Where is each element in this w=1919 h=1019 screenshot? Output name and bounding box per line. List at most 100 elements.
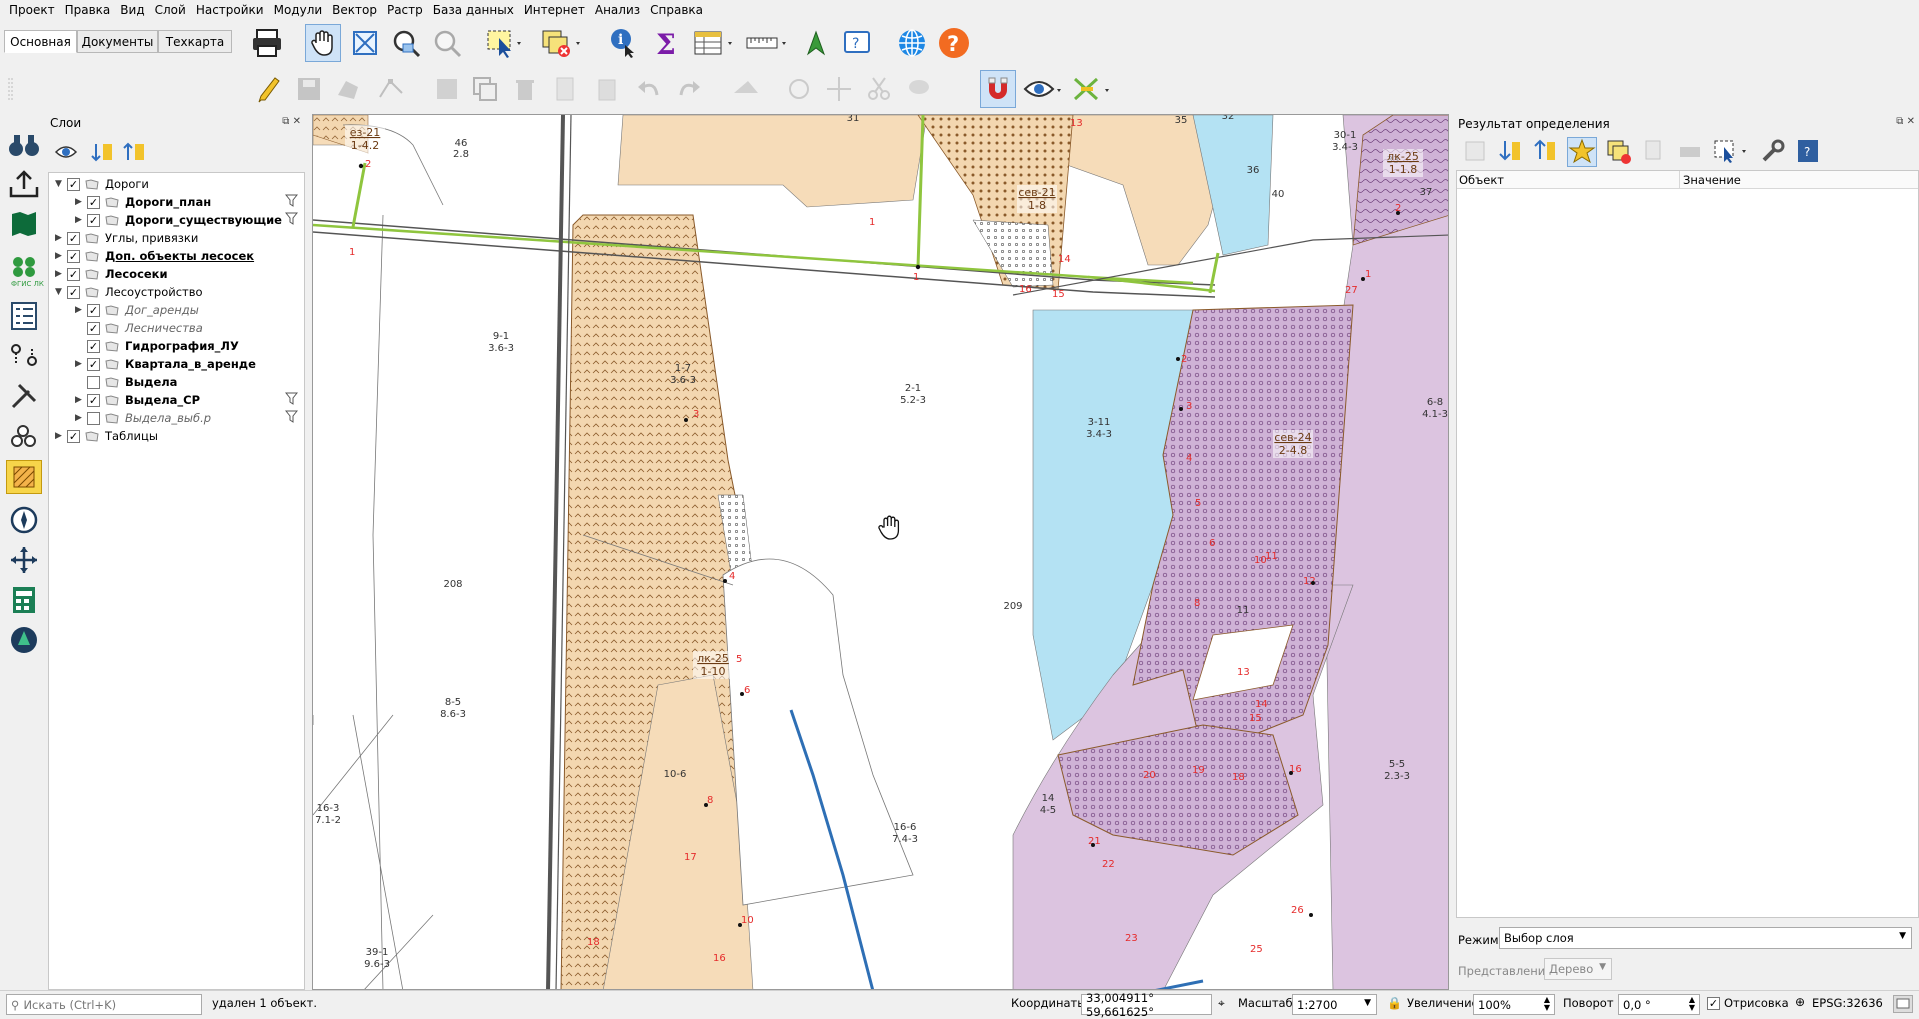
compass-icon[interactable] (6, 504, 42, 536)
filter-icon[interactable] (284, 194, 299, 207)
expand-closed-icon[interactable]: ▶ (55, 251, 67, 261)
fgis-lk-logo[interactable]: ФГИС ЛК (4, 252, 44, 288)
locator-search-input[interactable]: ⚲ Искать (Ctrl+K) (6, 994, 202, 1015)
identify-icon[interactable]: i (606, 26, 640, 60)
scale-field[interactable]: 1:2700 ▼ (1292, 994, 1377, 1015)
expand-closed-icon[interactable]: ▶ (55, 431, 67, 441)
crs-label[interactable]: EPSG:32636 (1812, 996, 1883, 1010)
expand-closed-icon[interactable]: ▶ (75, 197, 87, 207)
layer-checkbox[interactable]: ✓ (87, 303, 100, 317)
expand-down-icon[interactable] (1497, 138, 1524, 166)
identify-results-table[interactable]: Объект Значение (1456, 170, 1919, 918)
forest-map-icon[interactable] (6, 208, 42, 240)
help-book-icon[interactable]: ? (1795, 138, 1822, 166)
layer-checkbox[interactable]: ✓ (67, 429, 80, 443)
cut-icon[interactable] (548, 72, 582, 106)
layer-item[interactable]: ✓ Лесничества (75, 319, 203, 337)
layer-item[interactable]: ▶ Выдела_выб.р (75, 409, 211, 427)
identify-panel-controls[interactable]: ⧉ ✕ (1896, 116, 1915, 127)
layer-checkbox[interactable]: ✓ (87, 195, 100, 209)
trace-tool-icon[interactable] (1070, 72, 1114, 106)
save-edits-icon[interactable] (292, 72, 326, 106)
select-mode-icon[interactable] (1712, 138, 1752, 166)
layer-item[interactable]: ▶ ✓ Дороги_существующие (75, 211, 282, 229)
magnifier-field[interactable]: 100% ▲ ▼ (1473, 994, 1555, 1015)
layer-item[interactable]: ▶ ✓ Таблицы (55, 427, 158, 445)
deselect-icon[interactable] (540, 26, 584, 60)
statistics-icon[interactable]: Σ (650, 26, 684, 60)
area-hatch-icon[interactable] (6, 460, 42, 494)
lock-scale-icon[interactable]: 🔒 (1387, 996, 1402, 1010)
vertex-tool-icon[interactable] (374, 72, 418, 106)
expand-open-icon[interactable]: ▼ (55, 287, 67, 297)
delete-icon[interactable] (508, 72, 542, 106)
view-select[interactable]: Дерево ▼ (1544, 958, 1612, 980)
forest-compass-icon[interactable] (6, 624, 42, 656)
menu-item-9[interactable]: Интернет (519, 3, 590, 17)
layer-checkbox[interactable]: ✓ (67, 285, 80, 299)
route-points-icon[interactable] (6, 340, 42, 372)
layer-item[interactable]: Выдела (75, 373, 177, 391)
coordinates-field[interactable]: 33,004911° 59,661625° (1081, 991, 1212, 1019)
layer-visibility-icon[interactable] (54, 138, 82, 166)
layer-item[interactable]: ▶ ✓ Дороги_план (75, 193, 211, 211)
scissors-icon[interactable] (862, 72, 896, 106)
menu-item-8[interactable]: База данных (428, 3, 519, 17)
filter-icon[interactable] (284, 392, 299, 405)
tab-techcard[interactable]: Техкарта (158, 30, 232, 53)
layer-item[interactable]: ▶ ✓ Выдела_СР (75, 391, 200, 409)
zoom-in-icon[interactable] (389, 26, 423, 60)
layer-item[interactable]: ▶ ✓ Углы, привязки (55, 229, 198, 247)
north-arrow-icon[interactable] (800, 26, 834, 60)
checklist-icon[interactable] (6, 300, 42, 332)
column-header-value[interactable]: Значение (1683, 173, 1741, 187)
layer-checkbox[interactable]: ✓ (67, 231, 80, 245)
filter-icon[interactable] (284, 212, 299, 225)
layer-item[interactable]: ✓ Гидрография_ЛУ (75, 337, 239, 355)
redo-icon[interactable] (672, 72, 706, 106)
tools-icon[interactable] (6, 380, 42, 412)
layer-checkbox[interactable]: ✓ (67, 249, 80, 263)
clear-results-icon[interactable] (1605, 138, 1633, 166)
print-icon[interactable] (250, 26, 284, 60)
help-icon[interactable]: ? (936, 25, 972, 61)
menu-item-11[interactable]: Справка (645, 3, 708, 17)
expand-closed-icon[interactable]: ▶ (75, 359, 87, 369)
expand-open-icon[interactable]: ▼ (55, 179, 67, 189)
map-svg[interactable]: 21 11 141516 13 345 6810 181716 2345 681… (313, 115, 1449, 990)
copy-result-icon[interactable] (1641, 138, 1668, 166)
layer-item[interactable]: ▶ ✓ Лесосеки (55, 265, 168, 283)
layer-checkbox[interactable] (87, 375, 100, 389)
expand-closed-icon[interactable]: ▶ (55, 269, 67, 279)
toggle-edit-icon[interactable] (254, 72, 284, 106)
layer-item[interactable]: ▶ ✓ Квартала_в_аренде (75, 355, 256, 373)
split-icon[interactable] (822, 72, 856, 106)
layer-item[interactable]: ▶ ✓ Доп. объекты лесосек (55, 247, 254, 265)
undo-icon[interactable] (632, 72, 666, 106)
expand-tree-icon[interactable] (1462, 138, 1489, 166)
menu-item-2[interactable]: Вид (115, 3, 149, 17)
select-feature-icon[interactable] (485, 26, 525, 60)
mouse-coords-icon[interactable]: ⌖ (1218, 996, 1225, 1011)
copy-icon[interactable] (468, 72, 502, 106)
messages-icon[interactable] (1893, 995, 1913, 1013)
binoculars-icon[interactable] (6, 130, 42, 160)
collapse-all-icon[interactable] (120, 138, 148, 166)
menu-item-0[interactable]: Проект (4, 3, 60, 17)
expand-closed-icon[interactable]: ▶ (75, 215, 87, 225)
calculator-icon[interactable] (6, 584, 42, 616)
highlight-icon[interactable] (1567, 137, 1598, 167)
snapping-magnet-icon[interactable] (980, 70, 1016, 108)
mode-select[interactable]: Выбор слоя ▼ (1499, 927, 1912, 949)
layer-item[interactable]: ▼ ✓ Дороги (55, 175, 149, 193)
upload-icon[interactable] (6, 168, 42, 200)
collapse-up-icon[interactable] (1532, 138, 1559, 166)
visibility-eye-icon[interactable] (1022, 72, 1066, 106)
filter-icon[interactable] (284, 410, 299, 423)
tab-main[interactable]: Основная (4, 30, 77, 53)
menu-item-5[interactable]: Модули (269, 3, 328, 17)
add-feature-icon[interactable] (332, 72, 366, 106)
layer-checkbox[interactable]: ✓ (67, 177, 80, 191)
layer-checkbox[interactable]: ✓ (87, 213, 100, 227)
expand-closed-icon[interactable]: ▶ (75, 305, 87, 315)
